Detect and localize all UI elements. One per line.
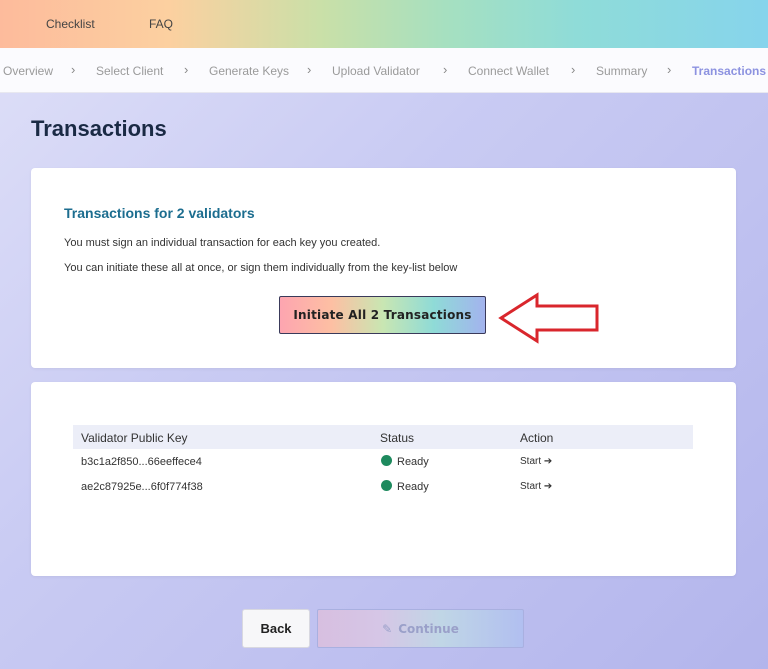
table-row: ae2c87925e...6f0f774f38 Ready Start ➔ [73, 476, 693, 500]
initiate-all-transactions-button[interactable]: Initiate All 2 Transactions [279, 296, 486, 334]
status-text: Ready [397, 456, 429, 468]
nav-link-checklist[interactable]: Checklist [46, 17, 95, 31]
breadcrumb: Overview › Select Client › Generate Keys… [0, 48, 768, 93]
start-transaction-link[interactable]: Start ➔ [520, 456, 552, 467]
continue-label: Continue [398, 621, 459, 636]
status-ready-icon [381, 480, 392, 491]
top-navbar: Checklist FAQ [0, 0, 768, 48]
step-upload-validator[interactable]: Upload Validator [332, 64, 420, 78]
card-heading: Transactions for 2 validators [64, 205, 255, 221]
step-connect-wallet[interactable]: Connect Wallet [468, 64, 549, 78]
chevron-right-icon: › [71, 62, 76, 77]
arrow-right-icon: ➔ [543, 456, 553, 467]
table-header: Validator Public Key Status Action [73, 425, 693, 449]
instruction-line-2: You can initiate these all at once, or s… [64, 262, 458, 274]
step-select-client[interactable]: Select Client [96, 64, 163, 78]
status-ready-icon [381, 455, 392, 466]
validator-public-key: ae2c87925e...6f0f774f38 [81, 481, 203, 493]
validator-public-key: b3c1a2f850...66eeffece4 [81, 456, 202, 468]
instruction-line-1: You must sign an individual transaction … [64, 237, 381, 249]
chevron-right-icon: › [667, 62, 672, 77]
validator-keys-card: Validator Public Key Status Action b3c1a… [31, 382, 736, 576]
back-button[interactable]: Back [242, 609, 310, 648]
column-header-status: Status [380, 431, 415, 445]
pen-icon: ✎ [382, 621, 393, 636]
nav-link-faq[interactable]: FAQ [149, 17, 173, 31]
step-summary[interactable]: Summary [596, 64, 647, 78]
chevron-right-icon: › [307, 62, 312, 77]
column-header-public-key: Validator Public Key [81, 431, 188, 445]
status-text: Ready [397, 481, 429, 493]
column-header-action: Action [520, 431, 554, 445]
page-title: Transactions [31, 116, 167, 141]
arrow-right-icon: ➔ [543, 481, 553, 492]
chevron-right-icon: › [443, 62, 448, 77]
step-overview[interactable]: Overview [3, 64, 53, 78]
chevron-right-icon: › [571, 62, 576, 77]
step-generate-keys[interactable]: Generate Keys [209, 64, 289, 78]
continue-button[interactable]: ✎ Continue [317, 609, 524, 648]
red-arrow-annotation-icon [498, 292, 599, 344]
table-row: b3c1a2f850...66eeffece4 Ready Start ➔ [73, 451, 693, 475]
chevron-right-icon: › [184, 62, 189, 77]
transactions-summary-card: Transactions for 2 validators You must s… [31, 168, 736, 368]
step-transactions[interactable]: Transactions [692, 64, 766, 78]
start-transaction-link[interactable]: Start ➔ [520, 481, 552, 492]
